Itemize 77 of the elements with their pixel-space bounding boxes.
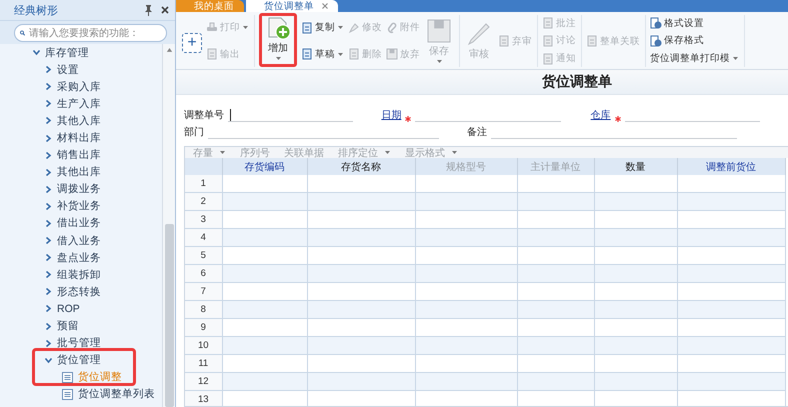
tree-item[interactable]: 库存管理 xyxy=(0,44,89,62)
search-field[interactable]: 请输入您要搜索的功能： xyxy=(14,24,167,42)
tree-item[interactable]: 其他出库 xyxy=(0,164,101,181)
column-header[interactable]: 存货名称 xyxy=(307,158,415,175)
row-number: 7 xyxy=(185,282,222,300)
close-icon xyxy=(161,6,169,14)
document-icon xyxy=(348,48,360,60)
tree-item[interactable]: 其他入库 xyxy=(0,112,101,130)
add-tab-button[interactable]: + xyxy=(182,33,202,53)
document-gear-icon xyxy=(650,34,662,47)
document-icon xyxy=(498,35,510,47)
tree-item[interactable]: 借出业务 xyxy=(0,214,101,232)
tree-item[interactable]: 调拨业务 xyxy=(0,180,101,198)
row-number: 13 xyxy=(185,390,222,406)
tree-item[interactable]: 材料出库 xyxy=(0,129,101,147)
tab[interactable]: 货位调整单 xyxy=(246,0,338,12)
tree-item[interactable]: 批号管理 xyxy=(0,334,101,352)
tree-item[interactable]: 盘点业务 xyxy=(0,249,101,266)
document-gear-icon xyxy=(650,17,662,30)
form-title: 货位调整单 xyxy=(176,70,788,95)
form-icon xyxy=(62,388,73,400)
field-label-link[interactable]: 日期 xyxy=(381,108,402,122)
tree-item[interactable]: 生产入库 xyxy=(0,95,101,112)
row-number: 9 xyxy=(185,318,222,336)
row-number: 8 xyxy=(185,300,222,318)
document-add-icon xyxy=(266,16,290,40)
tree-item[interactable]: ROP xyxy=(0,300,80,318)
paperclip-icon xyxy=(386,22,398,34)
tree-item[interactable]: 货位管理 xyxy=(0,352,101,369)
tree-item[interactable]: 形态转换 xyxy=(0,283,101,300)
form-icon xyxy=(62,372,73,383)
tree-item[interactable]: 销售出库 xyxy=(0,146,101,164)
field-label: 部门 xyxy=(184,126,204,139)
toolbar-button[interactable]: 格式设置 xyxy=(650,16,739,30)
tree-item[interactable]: 货位调整单列表 xyxy=(0,386,155,403)
toolbar-button[interactable]: 增加 xyxy=(259,13,297,67)
row-number: 2 xyxy=(185,192,222,210)
tree-item[interactable]: 预留 xyxy=(0,318,79,335)
row-number: 11 xyxy=(185,354,222,372)
pencil-icon xyxy=(467,22,491,46)
column-header[interactable]: 数量 xyxy=(594,158,677,175)
search-icon xyxy=(20,28,25,38)
field-label: 调整单号 xyxy=(184,108,224,122)
document-icon xyxy=(586,35,598,47)
row-number: 10 xyxy=(185,336,222,354)
row-number: 4 xyxy=(185,228,222,246)
row-number: 6 xyxy=(185,264,222,282)
row-number: 3 xyxy=(185,210,222,228)
tree-item[interactable]: 设置 xyxy=(0,61,79,78)
tree-item[interactable]: 组装拆卸 xyxy=(0,266,101,284)
column-header[interactable]: 调整前货位 xyxy=(677,158,785,175)
template-dropdown[interactable]: 货位调整单打印模 xyxy=(650,52,739,66)
row-number: 5 xyxy=(185,246,222,264)
document-icon xyxy=(206,48,218,60)
input-field[interactable] xyxy=(228,109,354,122)
document-icon xyxy=(542,17,554,30)
field-label: 备注 xyxy=(467,126,487,139)
toolbar-button[interactable]: 草稿 xyxy=(301,48,344,61)
scrollbar[interactable] xyxy=(162,44,175,407)
tree-item[interactable]: 借入业务 xyxy=(0,232,101,250)
pencil-icon xyxy=(348,22,360,34)
row-number: 1 xyxy=(185,175,222,192)
column-header[interactable]: 存货编码 xyxy=(222,158,307,175)
document-icon xyxy=(301,48,313,60)
printer-icon xyxy=(206,22,218,34)
field-label-link[interactable]: 仓库 xyxy=(590,108,611,122)
document-icon xyxy=(542,34,554,47)
tree-item[interactable]: 采购入库 xyxy=(0,78,101,96)
document-icon xyxy=(542,52,554,65)
document-icon xyxy=(301,22,313,34)
pin-icon xyxy=(144,4,153,16)
scroll-up-icon[interactable] xyxy=(166,48,172,52)
panel-title: 经典树形 xyxy=(14,4,59,18)
tree-item[interactable]: 补货业务 xyxy=(0,198,101,215)
toolbar-button[interactable]: 保存格式 xyxy=(650,34,739,48)
row-number: 12 xyxy=(185,372,222,390)
toolbar-button[interactable]: 复制 xyxy=(301,21,344,34)
